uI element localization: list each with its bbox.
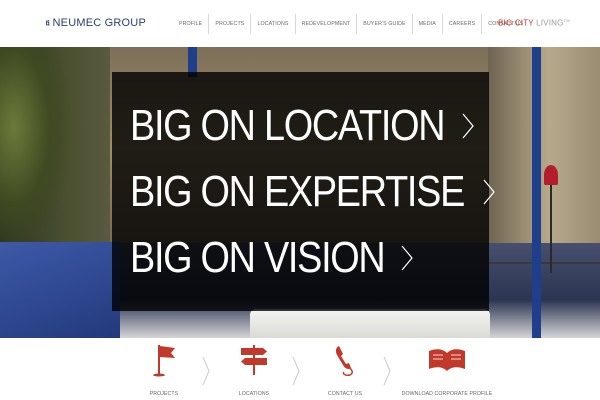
slogan-location-text: BIG ON LOCATION <box>130 101 446 150</box>
signpost-icon <box>241 345 267 375</box>
separator-chevron-icon <box>383 356 391 386</box>
quick-link-projects[interactable]: PROJECTS <box>119 343 209 399</box>
nav-item-projects[interactable]: PROJECTS <box>209 14 252 34</box>
slogan-vision-text: BIG ON VISION <box>130 233 386 282</box>
separator-chevron-icon <box>292 356 300 386</box>
hero-bg-pillar <box>532 47 541 338</box>
hero-bg-sofa <box>250 309 490 338</box>
site-header: NEUMEC GROUP PROFILE PROJECTS LOCATIONS … <box>0 0 600 47</box>
main-nav: PROFILE PROJECTS LOCATIONS REDEVELOPMENT… <box>173 14 529 34</box>
nav-item-careers[interactable]: CAREERS <box>443 14 483 34</box>
hero-bg-flower-stem <box>550 183 552 273</box>
tagline: BIG CITY LIVINGTM <box>498 18 570 28</box>
quick-link-locations-label: LOCATIONS <box>238 391 270 397</box>
hero-bg-flower <box>544 165 558 185</box>
slogan-vision[interactable]: BIG ON VISION <box>130 236 414 280</box>
chevron-right-icon <box>401 245 413 271</box>
slogan-expertise[interactable]: BIG ON EXPERTISE <box>130 170 496 214</box>
quick-link-contact-us[interactable]: CONTACT US <box>300 343 390 399</box>
logo-text: NEUMEC GROUP <box>52 17 146 29</box>
tagline-trademark: TM <box>563 18 570 23</box>
slogan-expertise-text: BIG ON EXPERTISE <box>130 167 465 216</box>
nav-item-redevelopment[interactable]: REDEVELOPMENT <box>296 14 358 34</box>
nav-item-media[interactable]: MEDIA <box>413 14 443 34</box>
nav-item-locations[interactable]: LOCATIONS <box>251 14 296 34</box>
quick-link-projects-label: PROJECTS <box>149 391 179 397</box>
chevron-right-icon <box>483 179 496 205</box>
hero-banner: BIG ON LOCATION BIG ON EXPERTISE BIG ON … <box>0 47 600 338</box>
chevron-right-icon <box>462 113 475 139</box>
quick-link-download-profile[interactable]: DOWNLOAD CORPORATE PROFILE <box>392 343 502 399</box>
quick-links-bar: PROJECTS LOCATIONS CONTACT US DOWNLOAD C… <box>0 338 600 400</box>
tagline-big-city: BIG CITY <box>498 18 534 28</box>
hero-bg-plant <box>0 47 70 247</box>
hero-bg-pool <box>0 242 120 338</box>
nav-item-profile[interactable]: PROFILE <box>173 14 210 34</box>
quick-link-contact-us-label: CONTACT US <box>327 391 363 397</box>
slogan-overlay: BIG ON LOCATION BIG ON EXPERTISE BIG ON … <box>112 72 496 311</box>
nav-item-buyers-guide[interactable]: BUYER'S GUIDE <box>357 14 413 34</box>
phone-icon <box>335 346 353 376</box>
flag-icon <box>153 345 175 377</box>
logo[interactable]: NEUMEC GROUP <box>46 9 146 37</box>
quick-link-locations[interactable]: LOCATIONS <box>209 343 299 399</box>
neumec-logo-icon <box>46 20 50 26</box>
tagline-living: LIVING <box>533 18 564 28</box>
hero-bg-rail <box>488 262 600 264</box>
open-book-icon <box>429 349 465 371</box>
slogan-location[interactable]: BIG ON LOCATION <box>130 104 475 148</box>
quick-link-download-profile-label: DOWNLOAD CORPORATE PROFILE <box>401 391 493 397</box>
